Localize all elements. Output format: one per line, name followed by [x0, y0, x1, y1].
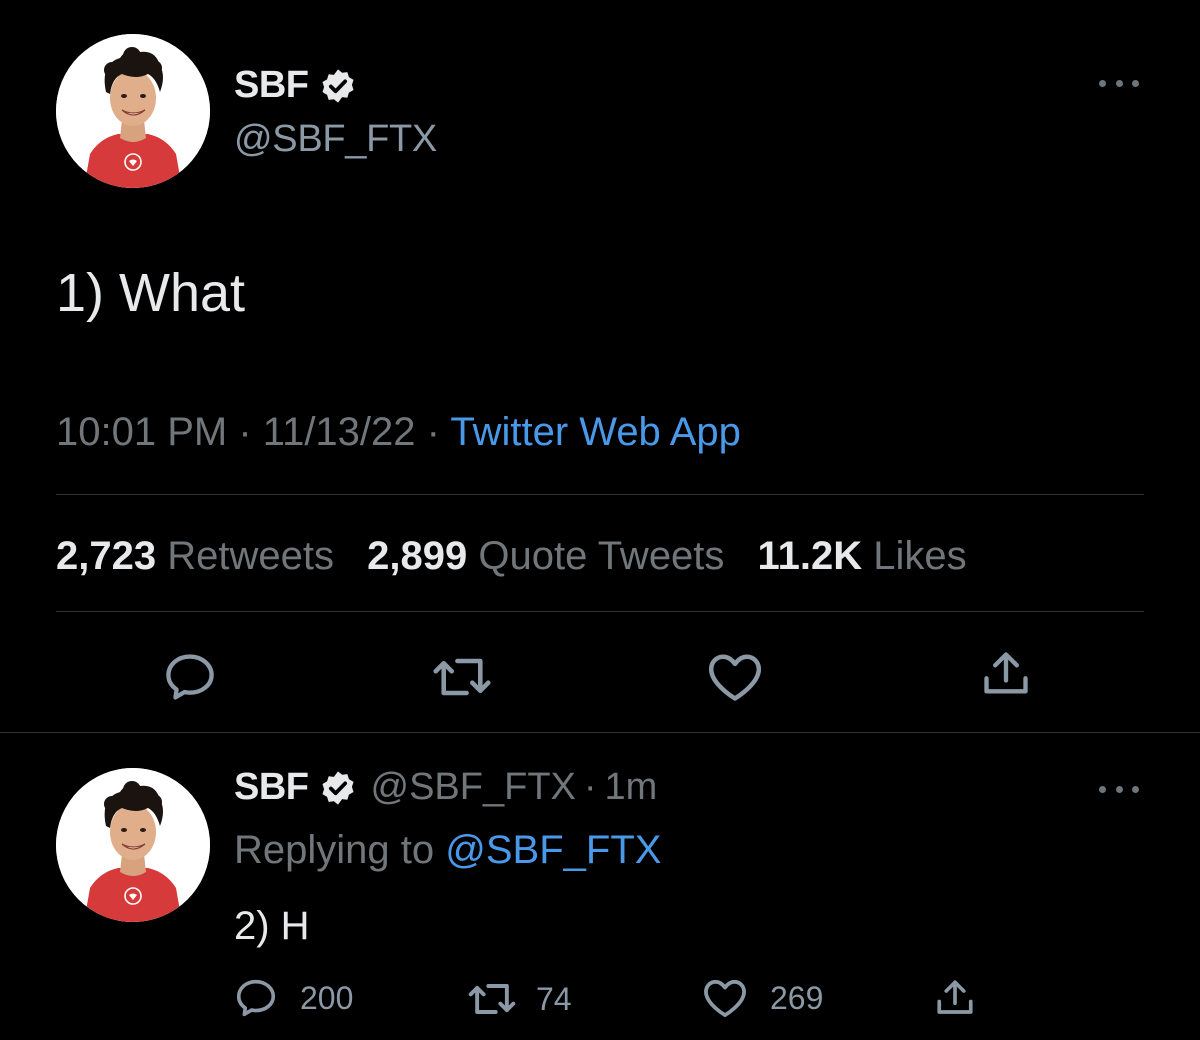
avatar[interactable] — [56, 34, 210, 188]
replying-to-handle[interactable]: @SBF_FTX — [445, 828, 661, 872]
reply-icon — [236, 979, 276, 1017]
share-icon — [937, 980, 973, 1014]
tweet-date[interactable]: 11/13/22 — [263, 410, 416, 454]
display-name[interactable]: SBF — [234, 64, 309, 107]
replying-to-label: Replying to — [234, 828, 435, 872]
tweet-stats: 2,723 Retweets 2,899 Quote Tweets 11.2K … — [56, 534, 989, 579]
divider — [56, 494, 1144, 495]
tweet-thread: SBF @SBF_FTX 1) What 10:01 PM · 11/13/22… — [0, 0, 1200, 1040]
retweet-count: 74 — [536, 980, 572, 1017]
reply-author-row[interactable]: SBF @SBF_FTX · 1m — [234, 766, 657, 809]
reply-avatar[interactable] — [56, 768, 210, 922]
retweet-icon — [468, 984, 516, 1014]
share-icon — [984, 652, 1028, 694]
replying-to: Replying to @SBF_FTX — [234, 828, 661, 873]
like-button[interactable]: 269 — [702, 978, 823, 1018]
divider — [0, 732, 1200, 733]
tweet-text: 1) What — [56, 263, 246, 323]
retweets-stat[interactable]: 2,723 Retweets — [56, 534, 334, 578]
like-button[interactable] — [706, 652, 764, 702]
avatar-image — [56, 768, 210, 922]
reply-button[interactable]: 200 — [234, 978, 353, 1018]
handle[interactable]: @SBF_FTX — [234, 118, 437, 161]
retweet-button[interactable] — [430, 654, 494, 700]
quote-tweets-stat[interactable]: 2,899 Quote Tweets — [367, 534, 724, 578]
reply-button[interactable] — [162, 652, 218, 702]
tweet-age[interactable]: 1m — [605, 766, 658, 809]
author-name-row[interactable]: SBF — [234, 64, 357, 107]
retweet-button[interactable]: 74 — [466, 980, 572, 1018]
tweet-time[interactable]: 10:01 PM — [56, 410, 227, 454]
tweet-source-link[interactable]: Twitter Web App — [450, 410, 741, 454]
retweet-icon — [433, 658, 491, 696]
meta-separator: · — [583, 766, 597, 808]
avatar-image — [56, 34, 210, 188]
like-icon — [708, 654, 762, 701]
reply-count: 200 — [300, 979, 354, 1016]
more-options-icon[interactable] — [1099, 782, 1139, 796]
verified-badge-icon — [319, 769, 357, 807]
verified-badge-icon — [319, 67, 357, 105]
meta-separator: · — [238, 410, 252, 454]
tweet-meta: 10:01 PM · 11/13/22 · Twitter Web App — [56, 410, 741, 455]
reply-icon — [166, 654, 214, 700]
divider — [56, 611, 1144, 612]
more-options-icon[interactable] — [1099, 76, 1139, 90]
reply-text: 2) H — [234, 904, 310, 948]
share-button[interactable] — [934, 976, 976, 1020]
share-button[interactable] — [980, 648, 1032, 700]
meta-separator: · — [426, 410, 440, 454]
likes-stat[interactable]: 11.2K Likes — [758, 534, 967, 578]
handle[interactable]: @SBF_FTX — [371, 766, 576, 809]
like-icon — [704, 979, 746, 1018]
like-count: 269 — [770, 979, 824, 1016]
display-name[interactable]: SBF — [234, 766, 309, 809]
